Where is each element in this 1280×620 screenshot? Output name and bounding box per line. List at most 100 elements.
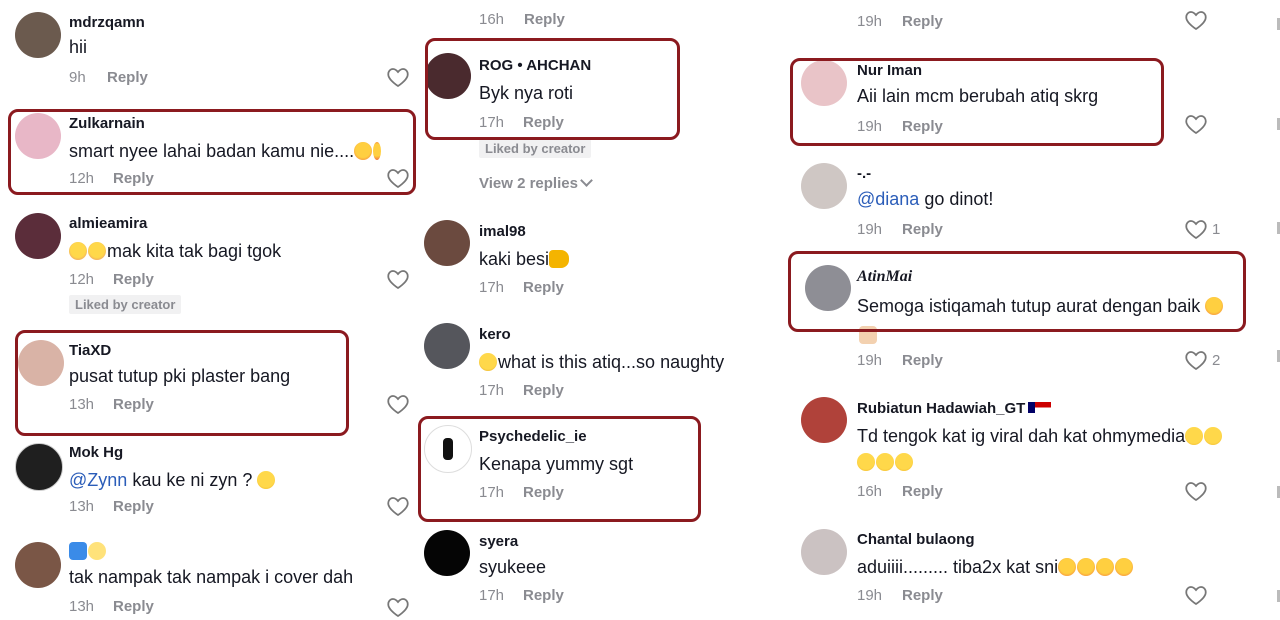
- like-count: 2: [1212, 352, 1221, 369]
- comment-item: mdrzqamn hii 9h Reply: [0, 0, 415, 100]
- reply-button[interactable]: Reply: [523, 382, 564, 399]
- comment-text: pusat tutup pki plaster bang: [69, 366, 291, 386]
- avatar[interactable]: [424, 220, 470, 266]
- heart-icon[interactable]: [386, 167, 410, 189]
- username[interactable]: mdrzqamn: [69, 14, 145, 31]
- reply-button[interactable]: Reply: [107, 69, 148, 86]
- comment-time: 12h: [69, 271, 95, 288]
- heart-icon[interactable]: [1184, 113, 1208, 135]
- comment-text: Semoga istiqamah tutup aurat dengan baik: [857, 296, 1224, 317]
- avatar[interactable]: [801, 529, 847, 575]
- comment-time: 13h: [69, 396, 95, 413]
- tears-of-joy-emoji: [257, 471, 276, 489]
- comment-time: 9h: [69, 69, 86, 86]
- reply-button[interactable]: Reply: [523, 279, 564, 296]
- mention-link[interactable]: @Zynn: [69, 470, 127, 490]
- comment-text: Kenapa yummy sgt: [479, 454, 634, 474]
- reply-button[interactable]: Reply: [902, 221, 943, 238]
- avatar[interactable]: [15, 542, 61, 588]
- comment-item: tak nampak tak nampak i cover dah 13h Re…: [0, 540, 415, 620]
- flushed-emoji: [69, 242, 87, 260]
- heart-icon[interactable]: [386, 495, 410, 517]
- username[interactable]: ROG • AHCHAN: [479, 57, 591, 74]
- avatar[interactable]: [801, 163, 847, 209]
- reply-button[interactable]: Reply: [902, 118, 943, 135]
- liked-by-creator-badge: Liked by creator: [479, 139, 592, 158]
- reply-button[interactable]: Reply: [113, 598, 154, 615]
- username[interactable]: Psychedelic_ie: [479, 428, 587, 445]
- avatar[interactable]: [15, 113, 61, 159]
- crescent-moon-emoji: [88, 542, 106, 560]
- reply-button[interactable]: Reply: [113, 271, 154, 288]
- username[interactable]: Chantal bulaong: [857, 531, 975, 548]
- comment-text: smart nyee lahai badan kamu nie....: [69, 141, 382, 162]
- reply-button[interactable]: Reply: [523, 114, 564, 131]
- username[interactable]: -.-: [857, 165, 871, 182]
- username[interactable]: kero: [479, 326, 511, 343]
- username[interactable]: Rubiatun Hadawiah_GT: [857, 400, 1052, 417]
- reply-button[interactable]: Reply: [902, 13, 943, 30]
- heart-icon[interactable]: [1184, 349, 1208, 371]
- reply-button[interactable]: Reply: [113, 498, 154, 515]
- heart-icon[interactable]: [1184, 9, 1208, 31]
- avatar[interactable]: [15, 213, 61, 259]
- malaysia-flag-emoji: [1028, 402, 1052, 413]
- username[interactable]: AtinMai: [857, 268, 912, 286]
- heart-icon[interactable]: [386, 268, 410, 290]
- tears-of-joy-emoji: [876, 453, 894, 471]
- comment-text: tak nampak tak nampak i cover dah: [69, 567, 354, 587]
- comment-item: almieamira mak kita tak bagi tgok 12h Re…: [0, 205, 415, 325]
- reply-button[interactable]: Reply: [902, 483, 943, 500]
- comment-column-3: 19h Reply Nur Iman Aii lain mcm berubah …: [783, 0, 1280, 620]
- comment-column-2: 16h Reply ROG • AHCHAN Byk nya roti 17h …: [415, 0, 783, 620]
- comment-time: 17h: [479, 114, 505, 131]
- comment-item: TiaXD pusat tutup pki plaster bang 13h R…: [0, 332, 415, 432]
- avatar[interactable]: [424, 323, 470, 369]
- view-replies-button[interactable]: View 2 replies: [479, 174, 593, 192]
- reply-button[interactable]: Reply: [523, 484, 564, 501]
- heart-icon[interactable]: [1184, 218, 1208, 240]
- comment-item: Chantal bulaong aduiiii......... tiba2x …: [783, 525, 1280, 620]
- comment-text: Td tengok kat ig viral dah kat ohmymedia: [857, 426, 1223, 447]
- heart-icon[interactable]: [386, 596, 410, 618]
- comment-item: imal98 kaki besi 17h Reply: [415, 215, 783, 315]
- comment-item: 19h Reply: [783, 0, 1280, 40]
- reply-button[interactable]: Reply: [113, 170, 154, 187]
- avatar[interactable]: [15, 443, 63, 491]
- username[interactable]: TiaXD: [69, 342, 111, 359]
- liked-by-creator-badge: Liked by creator: [69, 295, 182, 314]
- reply-button[interactable]: Reply: [902, 352, 943, 369]
- reply-button[interactable]: Reply: [524, 11, 565, 28]
- username[interactable]: almieamira: [69, 215, 147, 232]
- smiling-hearts-emoji: [1205, 297, 1224, 315]
- heart-icon[interactable]: [1184, 584, 1208, 606]
- username[interactable]: imal98: [479, 223, 526, 240]
- username[interactable]: Zulkarnain: [69, 115, 145, 132]
- smiling-hearts-emoji: [373, 142, 382, 160]
- avatar[interactable]: [801, 60, 847, 106]
- avatar[interactable]: [805, 265, 851, 311]
- reply-button[interactable]: Reply: [113, 396, 154, 413]
- avatar[interactable]: [18, 340, 64, 386]
- comment-time: 19h: [857, 587, 883, 604]
- heart-icon[interactable]: [386, 393, 410, 415]
- username[interactable]: Mok Hg: [69, 444, 123, 461]
- comment-item: ROG • AHCHAN Byk nya roti 17h Reply Like…: [415, 45, 783, 210]
- username[interactable]: [69, 542, 107, 561]
- avatar[interactable]: [424, 425, 472, 473]
- comment-item: Mok Hg @Zynn kau ke ni zyn ? 13h Reply: [0, 440, 415, 535]
- avatar[interactable]: [424, 530, 470, 576]
- heart-icon[interactable]: [386, 66, 410, 88]
- heart-icon[interactable]: [1184, 480, 1208, 502]
- avatar[interactable]: [15, 12, 61, 58]
- reply-button[interactable]: Reply: [902, 587, 943, 604]
- comment-item: Psychedelic_ie Kenapa yummy sgt 17h Repl…: [415, 420, 783, 515]
- mention-link[interactable]: @diana: [857, 189, 919, 209]
- avatar[interactable]: [425, 53, 471, 99]
- reply-button[interactable]: Reply: [523, 587, 564, 604]
- avatar[interactable]: [801, 397, 847, 443]
- username[interactable]: Nur Iman: [857, 62, 922, 79]
- smiling-hearts-emoji: [1058, 558, 1077, 576]
- username[interactable]: syera: [479, 533, 518, 550]
- comment-time: 19h: [857, 221, 883, 238]
